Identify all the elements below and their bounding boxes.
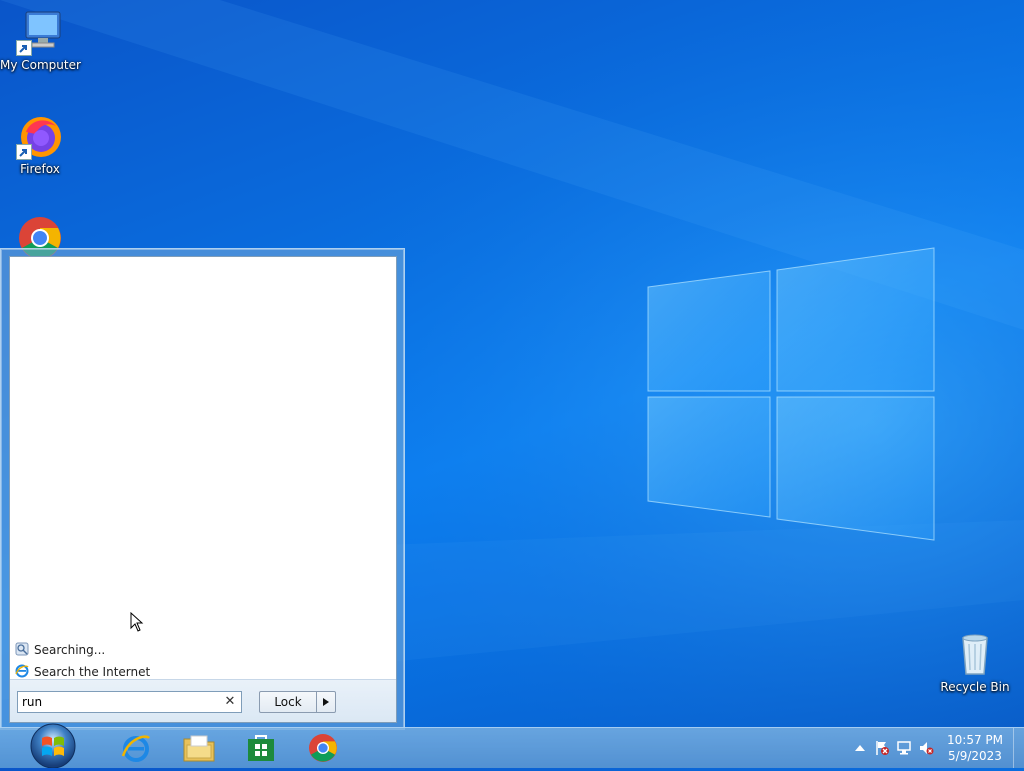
- mouse-cursor-icon: [130, 611, 144, 635]
- clock-date: 5/9/2023: [948, 749, 1002, 763]
- results-list: [10, 257, 396, 677]
- start-menu: Searching... Search the Internet ✕ Lock: [0, 248, 405, 730]
- desktop-icon-recycle-bin[interactable]: Recycle Bin: [935, 630, 1015, 694]
- search-status-icon: [15, 642, 29, 659]
- firefox-icon: [16, 112, 64, 160]
- ie-icon: [121, 735, 150, 762]
- taskbar-chrome[interactable]: [293, 730, 353, 766]
- volume-muted-icon[interactable]: [915, 738, 937, 758]
- start-search-input[interactable]: [22, 694, 217, 710]
- searching-label: Searching...: [34, 643, 106, 657]
- taskbar-store[interactable]: [231, 730, 291, 766]
- lock-button-label[interactable]: Lock: [260, 692, 317, 712]
- search-results-pane: Searching... Search the Internet ✕ Lock: [9, 256, 397, 723]
- chrome-icon: [309, 734, 337, 762]
- shortcut-arrow-icon: [16, 40, 32, 56]
- internet-explorer-icon: [15, 664, 29, 681]
- taskbar-file-explorer[interactable]: [169, 730, 229, 766]
- shortcut-arrow-icon: [16, 144, 32, 160]
- show-hidden-icons-icon[interactable]: [849, 738, 871, 758]
- lock-button[interactable]: Lock: [259, 691, 336, 713]
- action-center-flag-icon[interactable]: [871, 738, 893, 758]
- searching-status-item[interactable]: Searching...: [15, 640, 105, 660]
- power-options-arrow-icon[interactable]: [317, 692, 335, 712]
- show-desktop-button[interactable]: [1013, 728, 1024, 768]
- desktop-icon-label: Recycle Bin: [940, 680, 1010, 694]
- desktop-icon-label: My Computer: [0, 58, 81, 72]
- taskbar: 10:57 PM 5/9/2023: [0, 723, 1024, 769]
- start-search-box[interactable]: ✕: [17, 691, 242, 713]
- start-orb-icon: [30, 723, 76, 769]
- clear-search-icon[interactable]: ✕: [223, 694, 237, 710]
- taskbar-internet-explorer[interactable]: [106, 730, 166, 766]
- start-button[interactable]: [22, 716, 84, 769]
- desktop-icon-my-computer[interactable]: My Computer: [0, 8, 81, 72]
- taskbar-clock[interactable]: 10:57 PM 5/9/2023: [937, 732, 1013, 764]
- recycle-bin-icon: [951, 630, 999, 678]
- computer-icon: [16, 8, 64, 56]
- network-icon[interactable]: [893, 738, 915, 758]
- folder-icon: [183, 735, 215, 762]
- desktop-icon-label: Firefox: [20, 162, 60, 176]
- clock-time: 10:57 PM: [947, 733, 1003, 747]
- system-tray: 10:57 PM 5/9/2023: [849, 728, 1024, 768]
- search-internet-label: Search the Internet: [34, 665, 151, 679]
- desktop-icon-firefox[interactable]: Firefox: [0, 112, 80, 176]
- store-icon: [248, 735, 274, 761]
